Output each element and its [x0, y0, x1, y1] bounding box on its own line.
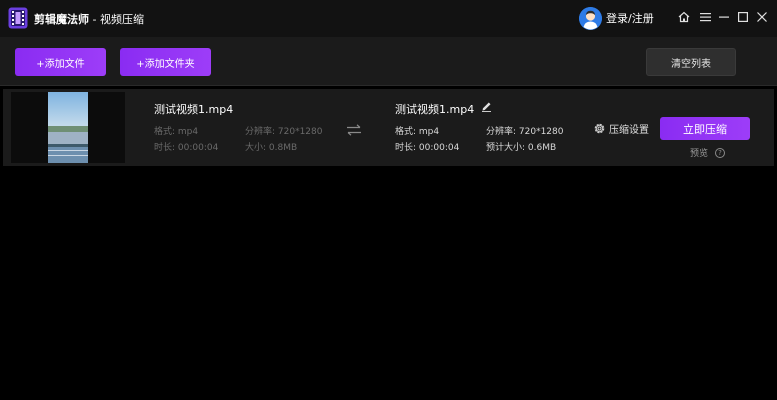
edit-name-icon[interactable]	[481, 101, 492, 112]
title-separator: -	[89, 13, 100, 26]
home-icon	[678, 11, 690, 23]
source-resolution: 分辨率: 720*1280	[245, 127, 323, 137]
app-title: 剪辑魔法师 - 视频压缩	[34, 11, 144, 27]
close-icon	[757, 12, 767, 22]
module-name: 视频压缩	[99, 13, 144, 26]
file-list-row[interactable]: 测试视频1.mp4 格式: mp4 时长: 00:00:04 分辨率: 720*…	[3, 89, 774, 166]
menu-button[interactable]	[698, 10, 712, 24]
source-duration: 时长: 00:00:04	[154, 143, 219, 153]
menu-icon	[699, 13, 711, 22]
video-thumbnail-image	[48, 92, 88, 163]
close-button[interactable]	[755, 10, 769, 24]
video-thumbnail	[11, 92, 125, 163]
title-bar: 剪辑魔法师 - 视频压缩 登录/注册	[0, 0, 777, 37]
compress-settings-button[interactable]: 压缩设置	[593, 121, 649, 136]
app-name: 剪辑魔法师	[34, 13, 89, 26]
user-avatar-icon	[579, 6, 602, 30]
clear-list-button[interactable]: 清空列表	[646, 48, 736, 76]
output-file-name: 测试视频1.mp4	[395, 103, 475, 116]
output-estimated-size: 预计大小: 0.6MB	[486, 143, 557, 153]
app-logo-icon	[8, 7, 28, 29]
compress-settings-label[interactable]: 压缩设置	[609, 121, 649, 136]
maximize-button[interactable]	[736, 10, 750, 24]
login-register-button[interactable]: 登录/注册	[579, 6, 654, 30]
home-button[interactable]	[677, 10, 691, 24]
login-register-label[interactable]: 登录/注册	[606, 10, 654, 26]
output-resolution: 分辨率: 720*1280	[486, 127, 564, 137]
source-format: 格式: mp4	[154, 127, 199, 137]
preview-label[interactable]: 预览	[690, 146, 708, 159]
source-file-name: 测试视频1.mp4	[154, 103, 234, 116]
minimize-button[interactable]	[717, 10, 731, 24]
help-icon[interactable]: ?	[715, 147, 726, 158]
convert-arrows-icon	[347, 124, 361, 136]
avatar[interactable]	[579, 6, 602, 30]
output-format: 格式: mp4	[395, 127, 440, 137]
source-size: 大小: 0.8MB	[245, 143, 298, 153]
preview-link[interactable]: 预览 ?	[690, 146, 726, 159]
compress-now-button[interactable]: 立即压缩	[660, 117, 750, 140]
add-file-button[interactable]: +添加文件	[15, 48, 106, 76]
maximize-icon	[738, 12, 748, 22]
toolbar: +添加文件 +添加文件夹 清空列表	[0, 37, 777, 86]
minimize-icon	[719, 16, 729, 18]
output-duration: 时长: 00:00:04	[395, 143, 460, 153]
gear-icon	[594, 123, 605, 134]
add-folder-button[interactable]: +添加文件夹	[120, 48, 211, 76]
